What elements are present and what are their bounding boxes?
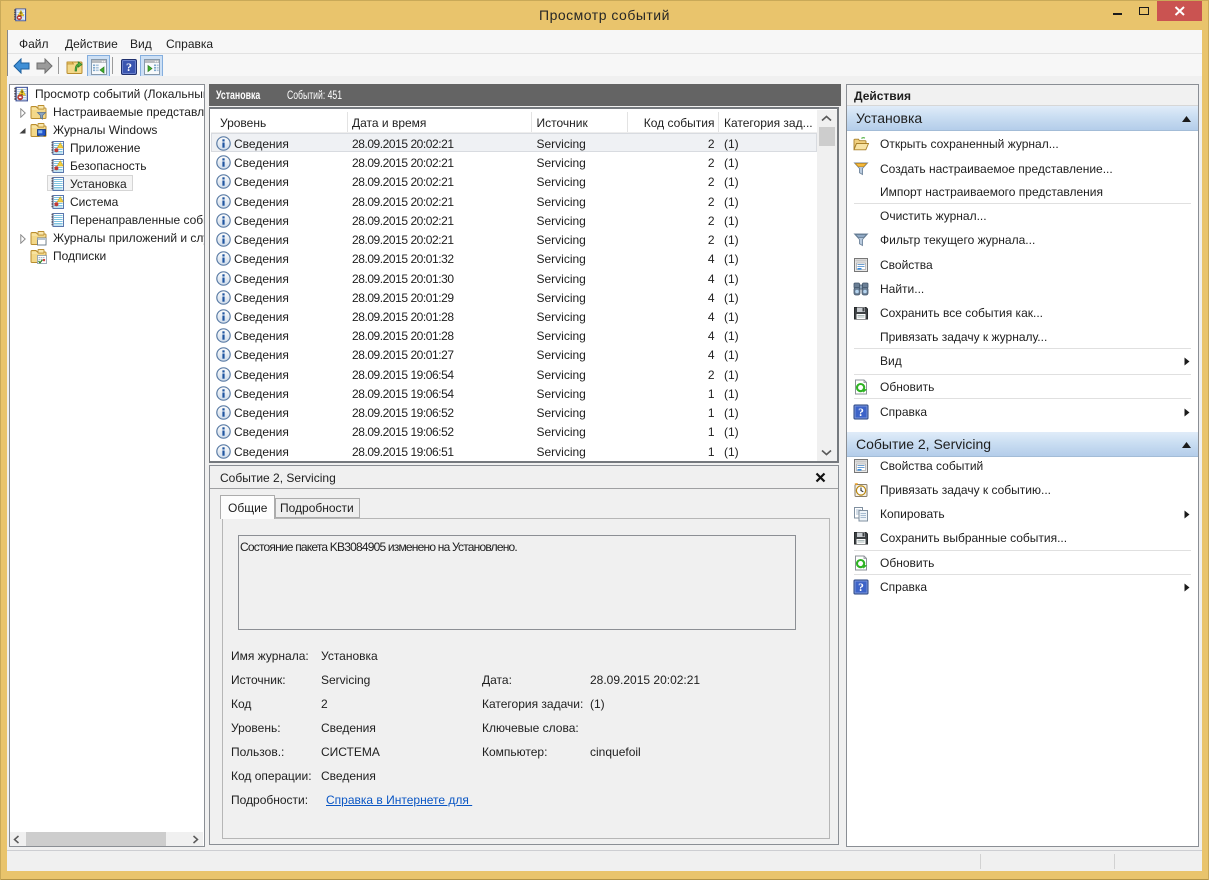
svg-text:?: ? <box>858 582 864 594</box>
svg-text:?: ? <box>126 60 132 74</box>
svg-text:?: ? <box>858 407 864 419</box>
